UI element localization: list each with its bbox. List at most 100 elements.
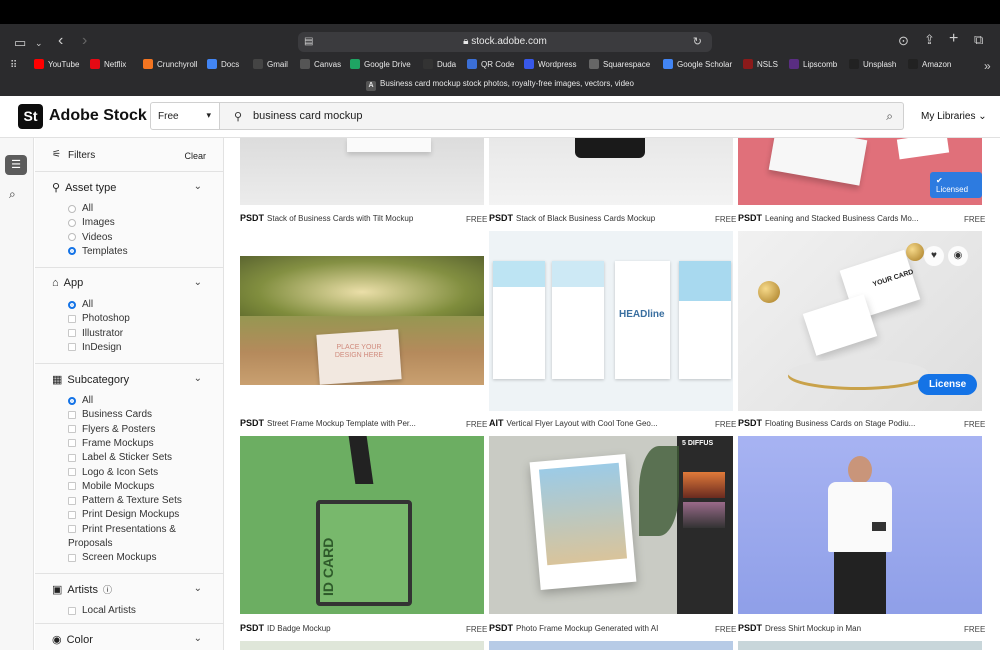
filter-option[interactable]: Templates: [68, 246, 128, 257]
filter-option[interactable]: InDesign: [68, 342, 121, 353]
asset-type-header[interactable]: ⚲ Asset type: [52, 181, 116, 195]
my-libraries-button[interactable]: My Libraries ⌄: [921, 111, 987, 122]
checkbox[interactable]: [68, 606, 76, 615]
chevron-down-icon[interactable]: ⌄: [194, 633, 202, 644]
checkbox[interactable]: [68, 553, 76, 562]
filter-option[interactable]: Label & Sticker Sets: [68, 452, 172, 463]
checkbox[interactable]: [68, 453, 76, 462]
result-caption[interactable]: PSDT ID Badge Mockup: [240, 623, 331, 633]
filter-option[interactable]: Images: [68, 217, 115, 228]
bookmark-item[interactable]: Duda: [423, 59, 456, 69]
filter-option[interactable]: Pattern & Texture Sets: [68, 495, 182, 506]
filter-option[interactable]: Mobile Mockups: [68, 481, 154, 492]
radio-button[interactable]: [68, 396, 76, 405]
result-caption[interactable]: AIT Vertical Flyer Layout with Cool Tone …: [489, 418, 658, 428]
back-icon[interactable]: ‹: [58, 33, 63, 49]
result-thumbnail[interactable]: [738, 436, 982, 614]
bookmark-item[interactable]: Gmail: [253, 59, 288, 69]
checkbox[interactable]: [68, 510, 76, 519]
similar-search-icon[interactable]: ⌕: [9, 187, 16, 202]
visual-search-icon[interactable]: ⌕: [886, 109, 893, 124]
result-thumbnail[interactable]: HEADline: [489, 231, 733, 411]
chevron-down-icon[interactable]: ⌄: [194, 373, 202, 384]
bookmark-item[interactable]: Wordpress: [524, 59, 577, 69]
filter-option[interactable]: Print Design Mockups: [68, 509, 179, 520]
radio-button[interactable]: [68, 233, 76, 242]
license-filter-select[interactable]: Free ▾: [150, 102, 220, 130]
filter-option[interactable]: All: [68, 395, 93, 406]
filters-toggle-icon[interactable]: ☰: [5, 155, 27, 175]
checkbox[interactable]: [68, 468, 76, 476]
filter-option[interactable]: Proposals: [68, 538, 112, 549]
filter-option[interactable]: All: [68, 203, 93, 214]
app-header[interactable]: ⌂ App: [52, 277, 83, 289]
result-caption[interactable]: PSDT Photo Frame Mockup Generated with AI: [489, 623, 658, 633]
heart-icon[interactable]: ♥: [924, 246, 944, 266]
result-thumbnail[interactable]: YOUR CARD ♥ ◉ License: [738, 231, 982, 411]
license-button[interactable]: License: [918, 374, 978, 395]
bookmark-item[interactable]: Lipscomb: [789, 59, 837, 69]
chevron-down-icon[interactable]: ⌄: [35, 36, 43, 50]
filter-option[interactable]: Frame Mockups: [68, 438, 154, 449]
filter-option[interactable]: Illustrator: [68, 328, 123, 339]
adobe-stock-logo[interactable]: St: [18, 104, 43, 129]
result-caption[interactable]: PSDT Stack of Black Business Cards Mockup: [489, 213, 655, 223]
bookmark-item[interactable]: Google Drive: [350, 59, 411, 69]
result-thumbnail[interactable]: PLACE YOUR DESIGN HERE: [240, 256, 484, 385]
filter-option[interactable]: Local Artists: [68, 605, 136, 616]
result-caption[interactable]: PSDT Dress Shirt Mockup in Man: [738, 623, 861, 633]
filter-option[interactable]: Flyers & Posters: [68, 424, 155, 435]
new-tab-icon[interactable]: +: [949, 31, 958, 47]
address-bar[interactable]: ▤ 🔒︎ stock.adobe.com ↻: [298, 32, 712, 52]
share-icon[interactable]: ⇪: [924, 33, 935, 47]
forward-icon[interactable]: ›: [82, 33, 87, 49]
bookmark-item[interactable]: Unsplash: [849, 59, 896, 69]
bookmark-item[interactable]: Squarespace: [589, 59, 650, 69]
result-thumbnail[interactable]: ✔ Licensed: [738, 138, 982, 205]
bookmark-item[interactable]: Netflix: [90, 59, 126, 69]
result-thumbnail[interactable]: ID CARD: [240, 436, 484, 614]
color-header[interactable]: ◉ Color: [52, 633, 93, 647]
checkbox[interactable]: [68, 314, 76, 323]
eye-icon[interactable]: ◉: [948, 246, 968, 266]
chevron-down-icon[interactable]: ⌄: [194, 181, 202, 192]
result-thumbnail[interactable]: [240, 641, 484, 650]
active-tab[interactable]: A Business card mockup stock photos, roya…: [0, 79, 1000, 91]
subcategory-header[interactable]: ▦ Subcategory: [52, 373, 129, 387]
filter-option[interactable]: Logo & Icon Sets: [68, 467, 158, 478]
filter-option[interactable]: Screen Mockups: [68, 552, 156, 563]
result-thumbnail[interactable]: [738, 641, 982, 650]
result-caption[interactable]: PSDT Street Frame Mockup Template with Pe…: [240, 418, 416, 428]
checkbox[interactable]: [68, 425, 76, 434]
radio-button[interactable]: [68, 204, 76, 213]
brand-name[interactable]: Adobe Stock: [49, 107, 147, 125]
bookmark-item[interactable]: Canvas: [300, 59, 341, 69]
reload-icon[interactable]: ↻: [693, 35, 702, 49]
bookmark-item[interactable]: YouTube: [34, 59, 79, 69]
checkbox[interactable]: [68, 410, 76, 419]
search-input[interactable]: [253, 110, 753, 122]
bookmark-item[interactable]: Crunchyroll: [143, 59, 197, 69]
bookmark-item[interactable]: NSLS: [743, 59, 778, 69]
checkbox[interactable]: [68, 439, 76, 448]
radio-button[interactable]: [68, 300, 76, 309]
checkbox[interactable]: [68, 525, 76, 534]
tabs-overview-icon[interactable]: ⧉: [974, 33, 983, 47]
result-thumbnail[interactable]: [240, 138, 484, 205]
filter-option[interactable]: All: [68, 299, 93, 310]
apps-grid-icon[interactable]: ⠿: [10, 59, 17, 73]
result-thumbnail[interactable]: 5 DIFFUS: [489, 436, 733, 614]
bookmark-item[interactable]: Amazon: [908, 59, 951, 69]
info-icon[interactable]: ⓘ: [103, 583, 112, 596]
radio-button[interactable]: [68, 218, 76, 227]
radio-button[interactable]: [68, 247, 76, 256]
result-caption[interactable]: PSDT Leaning and Stacked Business Cards M…: [738, 213, 918, 223]
checkbox[interactable]: [68, 496, 76, 505]
chevron-down-icon[interactable]: ⌄: [194, 583, 202, 594]
artists-header[interactable]: ▣ Artists ⓘ: [52, 583, 112, 597]
bookmark-item[interactable]: QR Code: [467, 59, 514, 69]
result-caption[interactable]: PSDT Floating Business Cards on Stage Pod…: [738, 418, 915, 428]
clear-filters-button[interactable]: Clear: [184, 151, 206, 161]
filter-option[interactable]: Business Cards: [68, 409, 152, 420]
download-icon[interactable]: ⊙: [898, 34, 909, 48]
